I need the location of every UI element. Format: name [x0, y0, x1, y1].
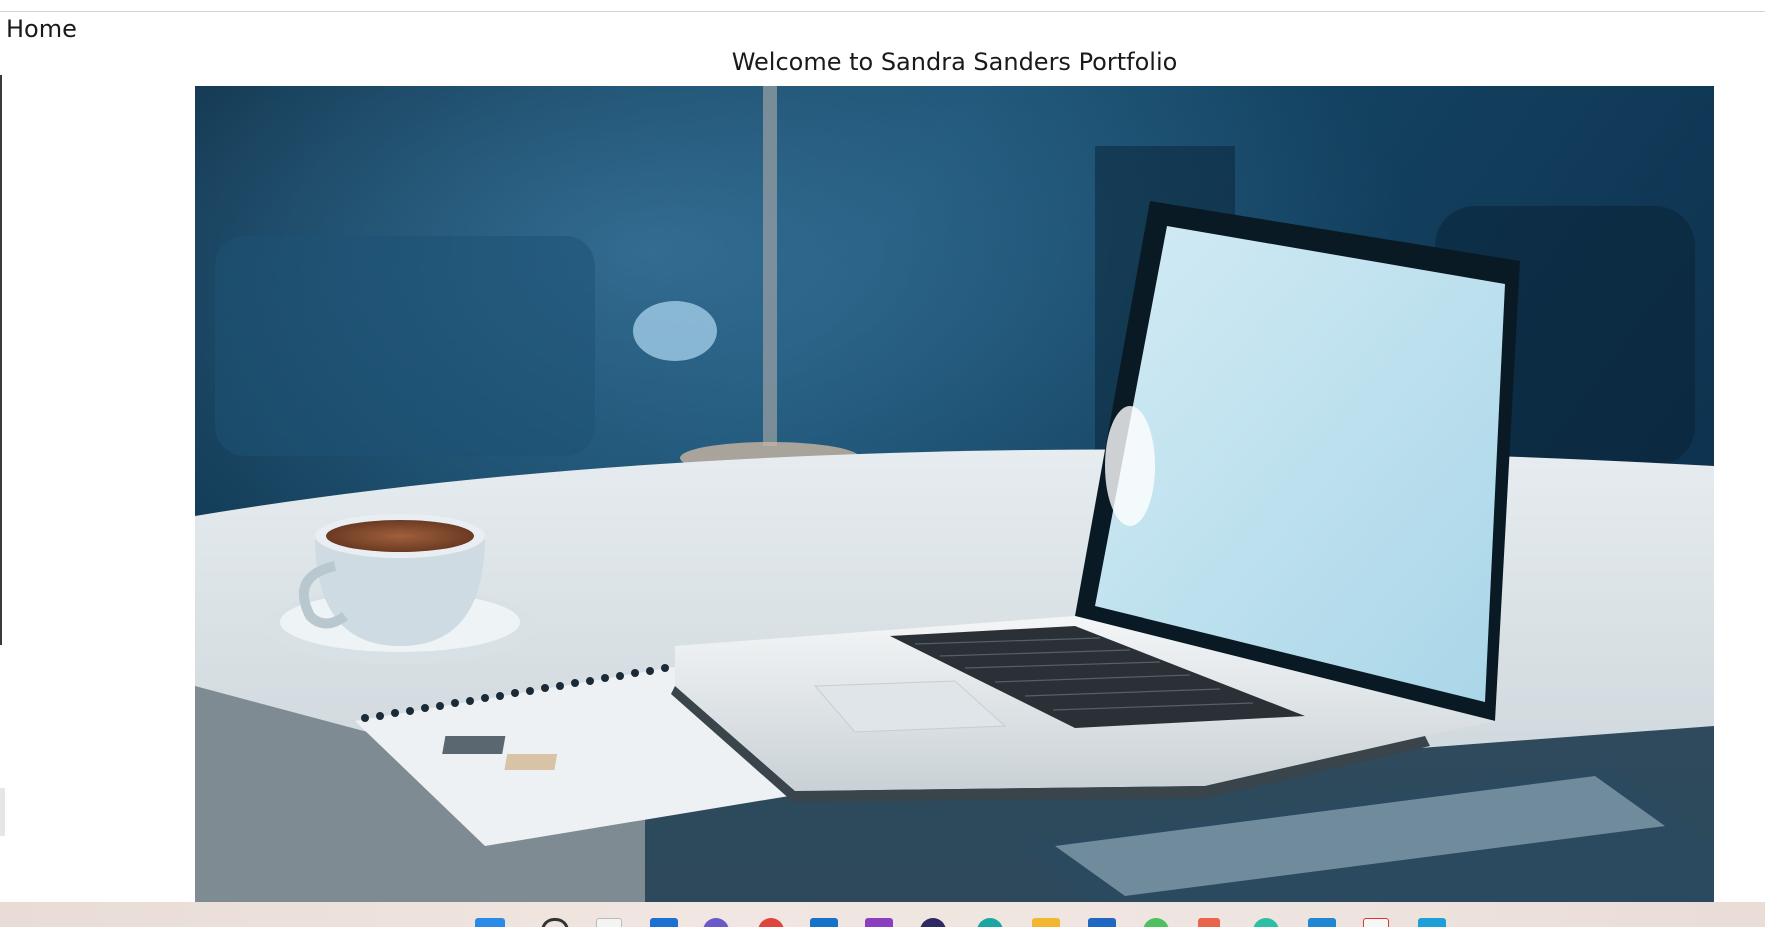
home-link[interactable]: Home — [6, 14, 77, 44]
header-divider — [0, 11, 1765, 12]
widgets-icon[interactable] — [650, 918, 678, 927]
outlook-icon[interactable] — [810, 918, 838, 927]
hero-image — [195, 86, 1714, 904]
page-title: Welcome to Sandra Sanders Portfolio — [731, 48, 1178, 76]
browser-viewport: Home Welcome to Sandra Sanders Portfolio — [0, 0, 1765, 927]
file-icon[interactable] — [596, 918, 622, 927]
onenote-icon[interactable] — [865, 918, 893, 927]
search-icon[interactable] — [541, 918, 569, 927]
chrome-icon[interactable] — [758, 918, 784, 927]
left-scroll-chip — [0, 788, 5, 836]
teams-icon[interactable] — [703, 918, 729, 927]
file-explorer-icon[interactable] — [1032, 918, 1060, 927]
remote-desktop-icon[interactable] — [1088, 918, 1116, 927]
android-icon[interactable] — [1143, 918, 1169, 927]
edge-icon[interactable] — [977, 918, 1003, 927]
eclipse-icon[interactable] — [920, 918, 946, 927]
store-icon[interactable] — [1418, 918, 1446, 927]
gradle-icon[interactable] — [1253, 918, 1279, 927]
taskbar — [0, 902, 1765, 927]
git-icon[interactable] — [1198, 918, 1220, 927]
windows-start-icon[interactable] — [475, 918, 505, 927]
vscode-icon[interactable] — [1308, 918, 1336, 927]
pdf-icon[interactable] — [1363, 918, 1389, 927]
left-sidebar-edge — [0, 75, 2, 645]
